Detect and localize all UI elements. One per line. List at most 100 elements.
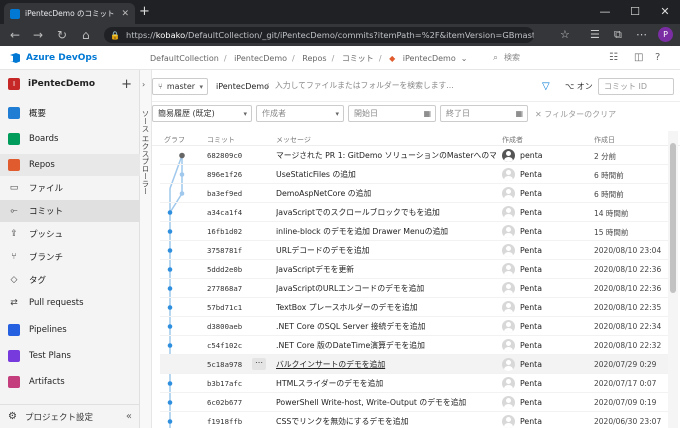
new-tab-button[interactable]: + — [139, 5, 150, 18]
header-search[interactable]: ⌕ 検索 — [493, 50, 588, 66]
breadcrumb-repos[interactable]: Repos — [302, 54, 326, 63]
author-filter[interactable]: 作成者 ▾ — [256, 105, 344, 122]
brand-name[interactable]: Azure DevOps — [26, 53, 97, 63]
browser-tab[interactable]: iPentecDemo のコミット - Repos ✕ — [4, 3, 135, 24]
commit-hash[interactable]: 5c18a978 — [207, 360, 242, 369]
commit-message[interactable]: inline-block のデモを追加 Drawer Menuの追加 — [276, 226, 496, 237]
scrollbar[interactable] — [668, 131, 678, 428]
table-row[interactable]: ba3ef9ed DemoAspNetCore の追加 Penta 6 時間前 — [160, 184, 668, 203]
commit-message[interactable]: PowerShell Write-host, Write-Output のデモを… — [276, 397, 496, 408]
commit-message[interactable]: バルクインサートのデモを追加 — [276, 359, 496, 370]
table-row[interactable]: f1918ffb CSSでリンクを無効にするデモを追加 Penta 2020/06/3… — [160, 412, 668, 428]
repo-name[interactable]: iPentecDemo — [216, 82, 269, 91]
commit-hash[interactable]: b3b17afc — [207, 379, 242, 388]
commit-message[interactable]: UseStaticFiles の追加 — [276, 169, 496, 180]
commit-hash[interactable]: a34ca1f4 — [207, 208, 242, 217]
forward-icon[interactable]: → — [33, 28, 43, 42]
maximize-icon[interactable]: ☐ — [620, 0, 650, 24]
breadcrumb-collection[interactable]: DefaultCollection — [150, 54, 219, 63]
table-row[interactable]: b3b17afc HTMLスライダーのデモを追加 Penta 2020/07/17 0… — [160, 374, 668, 393]
close-window-icon[interactable]: ✕ — [650, 0, 680, 24]
end-date-filter[interactable]: 終了日 ▦ — [440, 105, 528, 122]
commit-hash[interactable]: 6c02b677 — [207, 398, 242, 407]
project-header[interactable]: I iPentecDemo + — [0, 70, 140, 98]
commit-message[interactable]: HTMLスライダーのデモを追加 — [276, 378, 496, 389]
sidebar-item-tags[interactable]: ◇ タグ — [0, 269, 140, 291]
table-row[interactable]: 16fb1d02 inline-block のデモを追加 Drawer Menuの… — [160, 222, 668, 241]
commit-message[interactable]: マージされた PR 1: GitDemo ソリューションのMasterへのマージ — [276, 150, 496, 161]
favorites-list-icon[interactable]: ☰ — [590, 28, 600, 42]
sidebar-item-artifacts[interactable]: Artifacts — [0, 371, 140, 393]
table-row[interactable]: 277868a7 JavaScriptのURLエンコードのデモを追加 Penta 20… — [160, 279, 668, 298]
path-search-input[interactable]: 入力してファイルまたはフォルダーを検索します... — [275, 80, 454, 91]
breadcrumb-project[interactable]: iPentecDemo — [234, 54, 287, 63]
commit-hash[interactable]: f1918ffb — [207, 417, 242, 426]
list-icon[interactable]: ☷ — [609, 52, 618, 63]
commit-message[interactable]: .NET Core のSQL Server 接続デモを追加 — [276, 321, 496, 332]
close-tab-icon[interactable]: ✕ — [121, 9, 129, 19]
table-row[interactable]: 682809c0 マージされた PR 1: GitDemo ソリューションのMas… — [160, 146, 668, 165]
sidebar-item-pull-requests[interactable]: ⇄ Pull requests — [0, 292, 140, 314]
commit-message[interactable]: JavaScriptデモを更新 — [276, 264, 496, 275]
commit-message[interactable]: .NET Core 版のDateTime演算デモを追加 — [276, 340, 496, 351]
commit-hash[interactable]: 682809c0 — [207, 151, 242, 160]
reload-icon[interactable]: ↻ — [57, 28, 67, 42]
favorite-star-icon[interactable]: ☆ — [560, 28, 570, 42]
sidebar-item-repos[interactable]: Repos — [0, 154, 140, 176]
back-icon[interactable]: ← — [10, 28, 20, 42]
sidebar-item-commits[interactable]: ⟜ コミット — [0, 200, 140, 222]
azure-devops-logo-icon[interactable] — [9, 52, 21, 64]
commit-hash[interactable]: 16fb1d02 — [207, 227, 242, 236]
commit-message[interactable]: JavaScriptでのスクロールブロックでもを追加 — [276, 207, 496, 218]
minimize-icon[interactable]: — — [590, 0, 620, 24]
help-icon[interactable]: ? — [655, 52, 660, 63]
commit-hash[interactable]: ba3ef9ed — [207, 189, 242, 198]
commit-hash[interactable]: 277868a7 — [207, 284, 242, 293]
history-mode-dropdown[interactable]: 簡易履歴 (既定) ▾ — [152, 105, 252, 122]
on-toggle[interactable]: ⌥ オン — [565, 81, 593, 92]
commit-hash[interactable]: d3800aeb — [207, 322, 242, 331]
address-bar[interactable]: 🔒 https://kobako/DefaultCollection/_git/… — [104, 27, 534, 43]
sidebar-item-pushes[interactable]: ⇪ プッシュ — [0, 223, 140, 245]
chevron-right-icon[interactable]: › — [142, 80, 145, 89]
filter-icon[interactable]: ▽ — [542, 81, 550, 92]
table-row[interactable]: a34ca1f4 JavaScriptでのスクロールブロックでもを追加 Penta 1… — [160, 203, 668, 222]
project-settings[interactable]: ⚙ プロジェクト設定 « — [0, 404, 140, 428]
commit-message[interactable]: JavaScriptのURLエンコードのデモを追加 — [276, 283, 496, 294]
breadcrumb-repo[interactable]: iPentecDemo — [403, 54, 456, 63]
sidebar-item-files[interactable]: ▭ ファイル — [0, 177, 140, 199]
commit-hash[interactable]: 5ddd2e0b — [207, 265, 242, 274]
clear-filters-button[interactable]: ✕ フィルターのクリア — [535, 109, 616, 120]
table-row[interactable]: c54f102c .NET Core 版のDateTime演算デモを追加 Penta… — [160, 336, 668, 355]
sidebar-item-overview[interactable]: 概要 — [0, 102, 140, 124]
commit-message[interactable]: URLデコードのデモを追加 — [276, 245, 496, 256]
sidebar-item-pipelines[interactable]: Pipelines — [0, 319, 140, 341]
table-row[interactable]: 5c18a978 ⋯ バルクインサートのデモを追加 Penta 2020/07/29 0… — [160, 355, 668, 374]
sidebar-item-test-plans[interactable]: Test Plans — [0, 345, 140, 367]
commit-message[interactable]: DemoAspNetCore の追加 — [276, 188, 496, 199]
extensions-icon[interactable]: ⋯ — [636, 28, 647, 42]
home-icon[interactable]: ⌂ — [82, 28, 90, 42]
start-date-filter[interactable]: 開始日 ▦ — [348, 105, 436, 122]
commit-hash[interactable]: 3758781f — [207, 246, 242, 255]
sidebar-item-boards[interactable]: Boards — [0, 128, 140, 150]
sidebar-item-branches[interactable]: ⑂ ブランチ — [0, 246, 140, 268]
breadcrumb-commits[interactable]: コミット — [342, 54, 374, 63]
add-icon[interactable]: + — [121, 77, 132, 92]
commit-hash[interactable]: 896e1f26 — [207, 170, 242, 179]
commit-message[interactable]: TextBox プレースホルダーのデモを追加 — [276, 302, 496, 313]
table-row[interactable]: 3758781f URLデコードのデモを追加 Penta 2020/08/10 23:… — [160, 241, 668, 260]
source-explorer-strip[interactable]: › ソース エクスプローラー — [140, 70, 152, 428]
chevron-down-icon[interactable]: ⌄ — [461, 54, 468, 63]
commit-id-input[interactable]: コミット ID — [598, 78, 674, 95]
commit-hash[interactable]: c54f102c — [207, 341, 242, 350]
browser-profile-avatar[interactable]: P — [658, 27, 673, 42]
collections-icon[interactable]: ⧉ — [614, 28, 622, 42]
collapse-sidebar-icon[interactable]: « — [126, 411, 132, 422]
table-row[interactable]: 57bd71c1 TextBox プレースホルダーのデモを追加 Penta 2020/… — [160, 298, 668, 317]
table-row[interactable]: 6c02b677 PowerShell Write-host, Write-Out… — [160, 393, 668, 412]
table-row[interactable]: 896e1f26 UseStaticFiles の追加 Penta 6 時間前 — [160, 165, 668, 184]
shopping-bag-icon[interactable]: ◫ — [634, 52, 643, 63]
commit-hash[interactable]: 57bd71c1 — [207, 303, 242, 312]
branch-selector[interactable]: ⑂ master ▾ — [152, 78, 208, 95]
